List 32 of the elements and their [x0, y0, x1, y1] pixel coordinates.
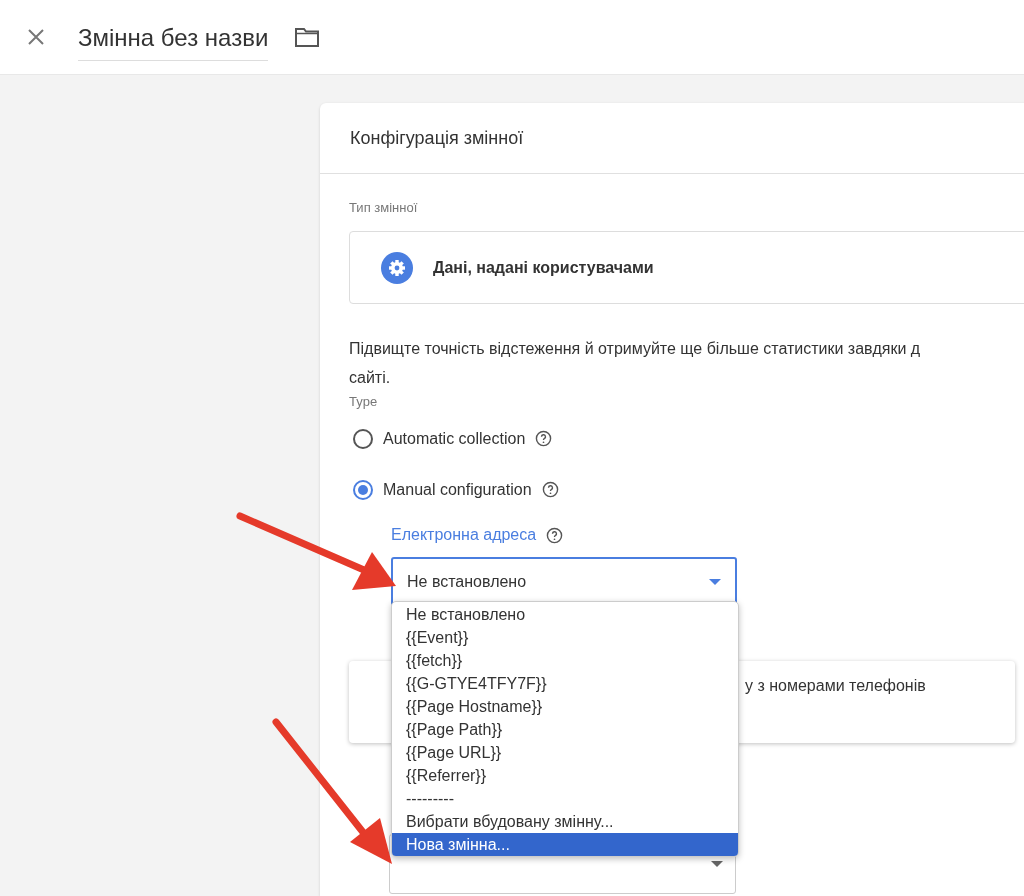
close-icon[interactable]: [26, 27, 46, 47]
radio-label: Automatic collection: [383, 429, 526, 448]
help-icon[interactable]: [535, 430, 553, 447]
menu-item[interactable]: {{Event}}: [392, 626, 738, 649]
menu-item[interactable]: {{G-GTYE4TFY7F}}: [392, 672, 738, 695]
caret-icon: [711, 861, 723, 867]
description-text: Підвищте точність відстеження й отримуйте ще більше статистики завдяки д сайті.: [349, 339, 922, 388]
menu-item[interactable]: ---------: [392, 787, 738, 810]
variable-type-name: Дані, надані користувачами: [433, 258, 654, 277]
menu-item[interactable]: Вибрати вбудовану змінну...: [392, 810, 738, 833]
menu-item[interactable]: Нова змінна...: [392, 833, 738, 856]
radio-label: Manual configuration: [383, 480, 532, 499]
section-label: Type: [349, 394, 379, 409]
variable-name-field[interactable]: Змінна без назви: [78, 13, 269, 61]
field-label: Електронна адреса: [391, 526, 537, 544]
gear-icon: [381, 251, 413, 284]
radio-button[interactable]: [353, 479, 373, 500]
folder-icon[interactable]: [294, 26, 321, 48]
menu-item[interactable]: {{Page Path}}: [392, 718, 738, 741]
card-title: Конфігурація змінної: [320, 103, 1024, 174]
menu-item[interactable]: {{Referrer}}: [392, 764, 738, 787]
section-label: Тип змінної: [349, 200, 419, 215]
radio-button[interactable]: [353, 428, 373, 449]
variable-type-box[interactable]: Дані, надані користувачами: [349, 231, 1024, 304]
menu-item[interactable]: Не встановлено: [392, 603, 738, 626]
help-icon[interactable]: [546, 526, 564, 544]
caret-icon: [709, 578, 721, 585]
menu-item[interactable]: {{Page Hostname}}: [392, 695, 738, 718]
help-icon[interactable]: [541, 481, 559, 498]
menu-item[interactable]: {{Page URL}}: [392, 741, 738, 764]
info-text: у з номерами телефонів: [745, 677, 926, 695]
menu-item[interactable]: {{fetch}}: [392, 649, 738, 672]
